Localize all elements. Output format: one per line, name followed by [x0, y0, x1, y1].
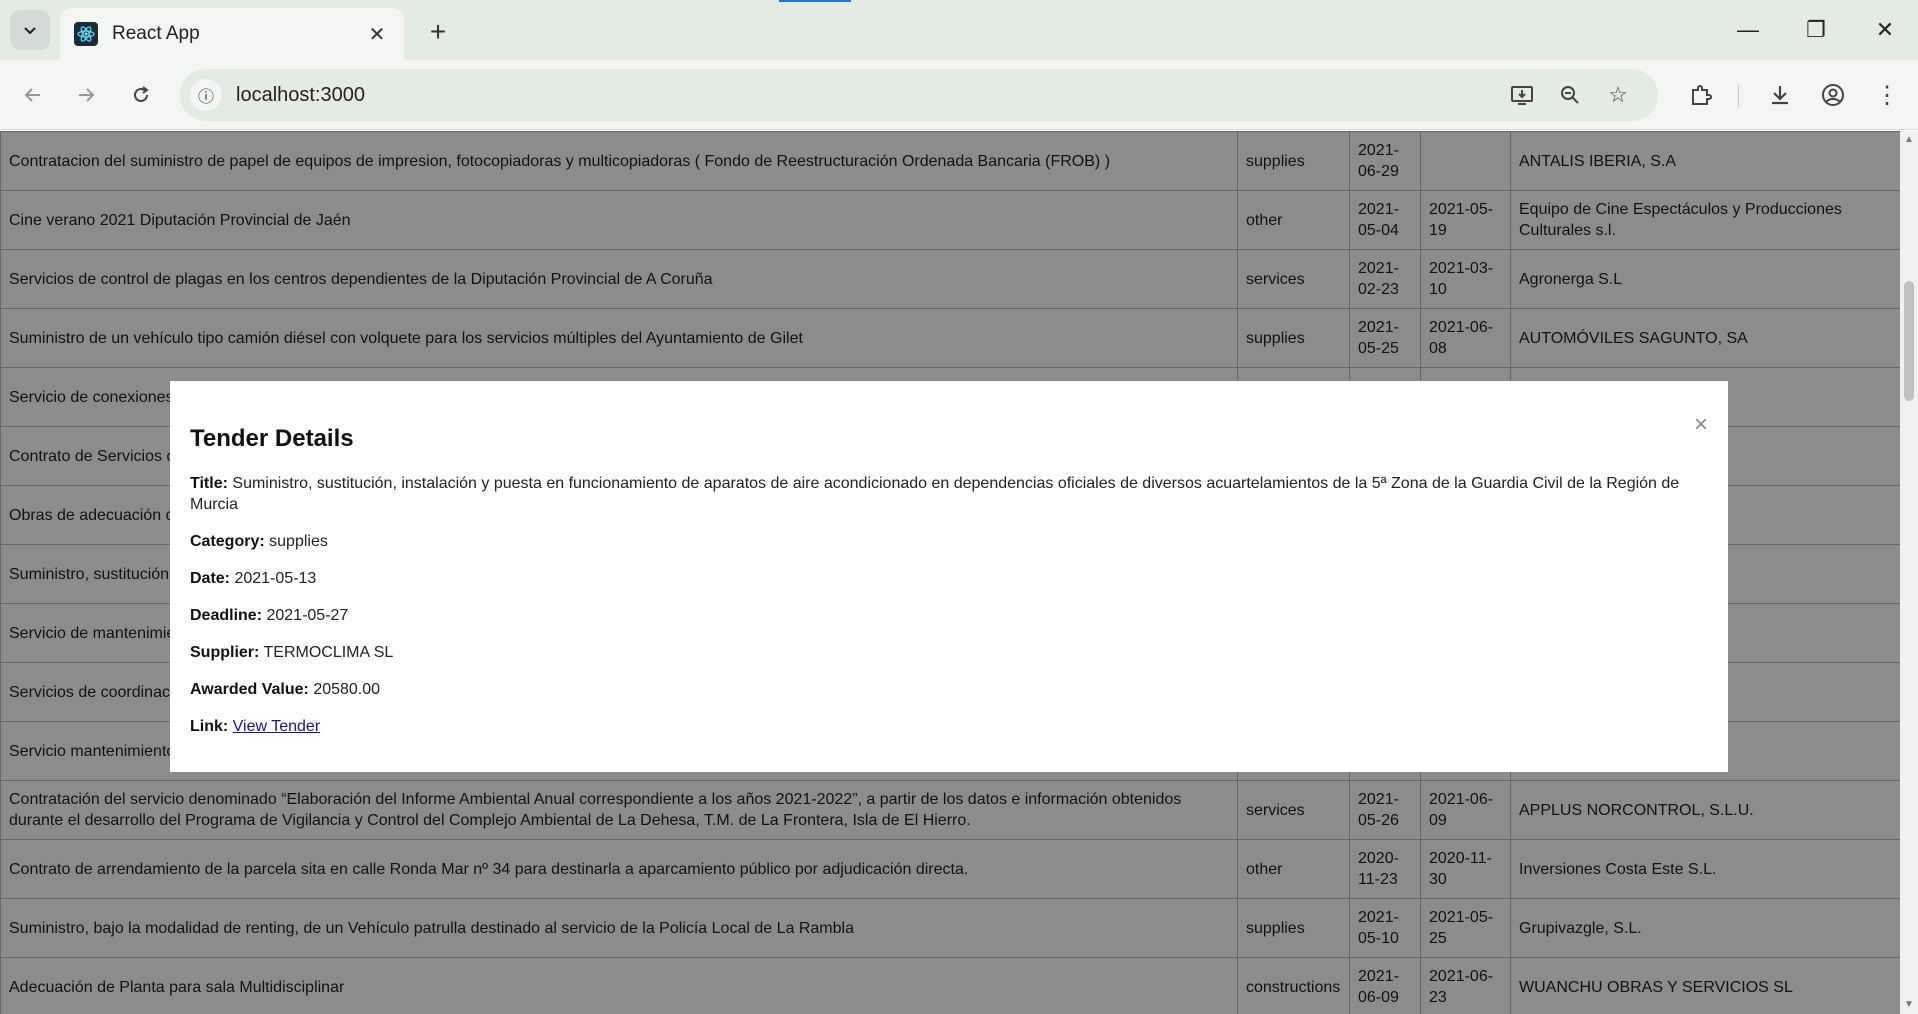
detail-date: Date: 2021-05-13	[190, 570, 317, 587]
info-icon[interactable]: ⓘ	[190, 79, 222, 111]
zoom-icon[interactable]	[1554, 79, 1586, 111]
scroll-down-icon[interactable]: ▼	[1903, 999, 1915, 1011]
install-app-icon[interactable]	[1506, 79, 1538, 111]
modal-close-button[interactable]: ×	[1694, 411, 1708, 439]
scroll-up-icon[interactable]: ▲	[1903, 134, 1915, 146]
tab-title: React App	[112, 23, 200, 44]
profile-icon[interactable]	[1815, 77, 1851, 113]
restore-icon[interactable]: ❐	[1791, 10, 1841, 50]
address-bar[interactable]: ⓘ localhost:3000 ☆	[180, 69, 1658, 121]
tab-close-icon[interactable]: ✕	[364, 21, 390, 47]
chevron-down-icon	[24, 27, 36, 35]
modal-heading: Tender Details	[190, 425, 354, 452]
tab-search-button[interactable]	[10, 10, 50, 50]
star-icon[interactable]: ☆	[1602, 79, 1634, 111]
view-tender-link[interactable]: View Tender	[233, 718, 320, 735]
react-icon	[74, 22, 98, 46]
back-arrow-icon[interactable]	[15, 77, 51, 113]
loading-indicator	[779, 0, 851, 2]
download-icon[interactable]	[1762, 77, 1798, 113]
reload-icon[interactable]	[123, 77, 159, 113]
kebab-menu-icon[interactable]: ⋮	[1869, 77, 1905, 113]
detail-deadline: Deadline: 2021-05-27	[190, 607, 349, 624]
minimize-icon[interactable]: —	[1723, 10, 1773, 50]
url-text: localhost:3000	[236, 83, 365, 106]
new-tab-icon[interactable]: +	[420, 14, 456, 50]
scrollbar-thumb[interactable]	[1904, 281, 1914, 401]
browser-tab[interactable]: React App ✕	[60, 8, 404, 60]
detail-supplier: Supplier: TERMOCLIMA SL	[190, 644, 394, 661]
detail-category: Category: supplies	[190, 533, 328, 550]
detail-awarded-value: Awarded Value: 20580.00	[190, 681, 381, 698]
browser-toolbar: ⓘ localhost:3000 ☆ ⋮	[0, 60, 1918, 130]
tab-bar: React App ✕ + — ❐ ✕	[0, 0, 1918, 60]
tender-details-modal: × Tender Details Title: Suministro, sust…	[170, 381, 1728, 772]
page-scrollbar[interactable]: ▲ ▼	[1900, 131, 1918, 1014]
forward-arrow-icon[interactable]	[68, 77, 104, 113]
toolbar-separator	[1738, 85, 1739, 107]
detail-title: Title: Suministro, sustitución, instalac…	[190, 475, 1680, 513]
puzzle-icon[interactable]	[1683, 77, 1719, 113]
window-close-icon[interactable]: ✕	[1860, 10, 1910, 50]
detail-link: Link: View Tender	[190, 718, 321, 735]
